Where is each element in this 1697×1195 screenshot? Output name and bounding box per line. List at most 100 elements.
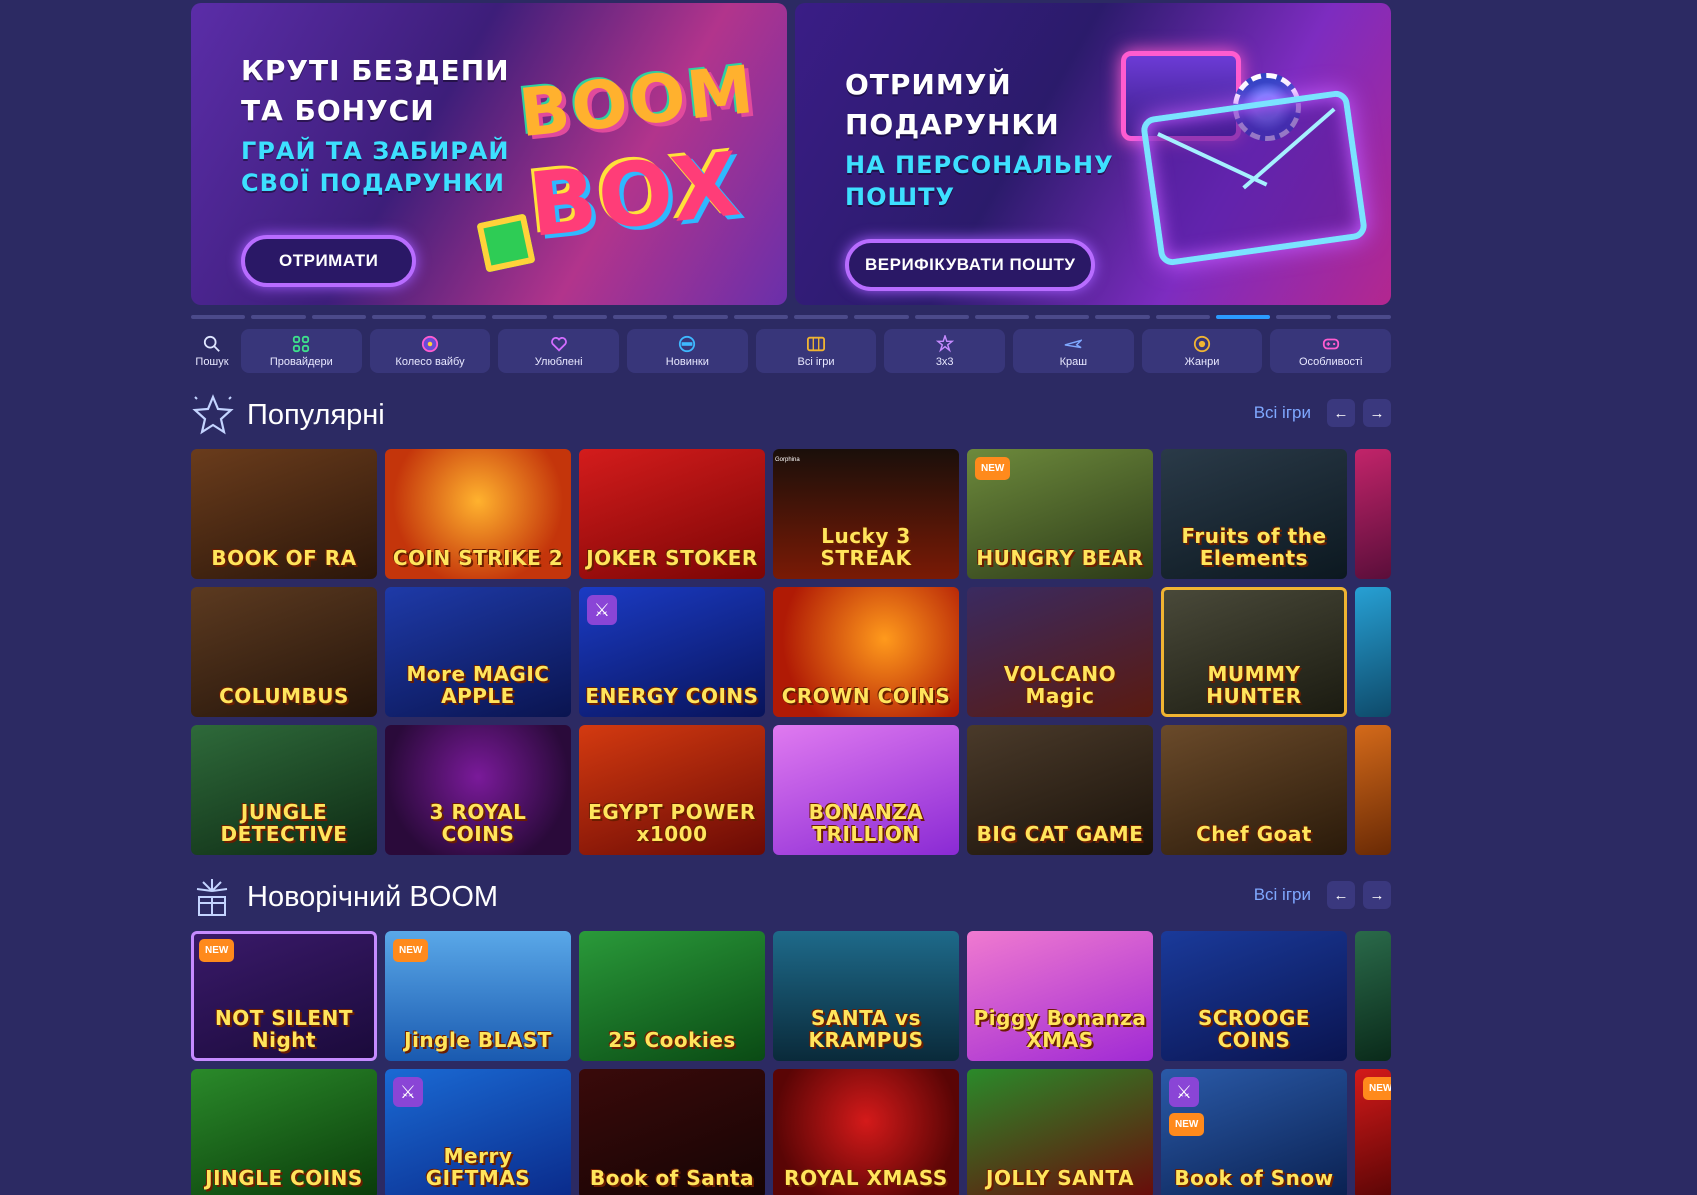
game-tile[interactable] bbox=[1355, 931, 1391, 1061]
pager-dot[interactable] bbox=[1336, 315, 1391, 319]
game-tile[interactable]: SCROOGE COINS bbox=[1161, 931, 1347, 1061]
pager-dot[interactable] bbox=[191, 315, 246, 319]
pager-dot[interactable] bbox=[251, 315, 306, 319]
next-button[interactable]: → bbox=[1363, 399, 1391, 427]
game-tile[interactable]: Book of Santa bbox=[579, 1069, 765, 1195]
nav-genres[interactable]: Жанри bbox=[1141, 329, 1263, 373]
game-tile[interactable]: Fruits of the Elements bbox=[1161, 449, 1347, 579]
game-title: Jingle BLAST bbox=[404, 1028, 552, 1052]
pager-dot[interactable] bbox=[371, 315, 427, 319]
promo-banner-email[interactable]: ОТРИМУЙ ПОДАРУНКИ НА ПЕРСОНАЛЬНУ ПОШТУ В… bbox=[795, 3, 1391, 305]
game-tile[interactable]: CROWN COINS bbox=[773, 587, 959, 717]
game-title: Fruits of the Elements bbox=[1181, 524, 1327, 570]
all-games-link[interactable]: Всі ігри bbox=[1254, 403, 1311, 423]
plane-icon bbox=[1065, 338, 1083, 348]
game-tile[interactable]: JUNGLE DETECTIVE bbox=[191, 725, 377, 855]
game-title: JUNGLE DETECTIVE bbox=[220, 800, 348, 846]
pager-dot[interactable] bbox=[552, 315, 608, 319]
pager-dot[interactable] bbox=[854, 315, 909, 319]
game-tile[interactable]: Gorphina Lucky 3 STREAK bbox=[773, 449, 959, 579]
target-icon bbox=[1193, 335, 1211, 352]
game-tile[interactable]: Chef Goat bbox=[1161, 725, 1347, 855]
game-tile[interactable]: 3 ROYAL COINS bbox=[385, 725, 571, 855]
search-icon bbox=[203, 335, 220, 352]
get-bonus-button[interactable]: ОТРИМАТИ bbox=[241, 235, 417, 287]
game-tile[interactable]: JINGLE COINS bbox=[191, 1069, 377, 1195]
slot-icon bbox=[807, 336, 826, 351]
game-title: BIG CAT GAME bbox=[976, 822, 1144, 846]
game-tile[interactable]: NEW NOT SILENT Night bbox=[191, 931, 377, 1061]
game-tile[interactable]: ⚔ ENERGY COINS bbox=[579, 587, 765, 717]
game-tile[interactable]: COLUMBUS bbox=[191, 587, 377, 717]
game-tile[interactable]: EGYPT POWER x1000 bbox=[579, 725, 765, 855]
games-row: BOOK OF RA COIN STRIKE 2 JOKER STOKER Gorph… bbox=[191, 449, 1391, 579]
prev-button[interactable]: ← bbox=[1327, 881, 1355, 909]
pager-dot[interactable] bbox=[974, 315, 1030, 319]
nav-new[interactable]: Новинки bbox=[627, 329, 748, 373]
game-tile[interactable]: BIG CAT GAME bbox=[967, 725, 1153, 855]
nav-vibe-wheel[interactable]: Колесо вайбу bbox=[369, 329, 491, 373]
nav-favorites[interactable]: Улюблені bbox=[498, 329, 620, 373]
pager-dot[interactable] bbox=[613, 315, 668, 319]
prev-button[interactable]: ← bbox=[1327, 399, 1355, 427]
star-cluster-icon bbox=[935, 334, 954, 352]
nav-all-games[interactable]: Всі ігри bbox=[755, 329, 877, 373]
new-badge: NEW bbox=[199, 939, 235, 962]
pager-dot[interactable] bbox=[492, 315, 547, 319]
pager-dot[interactable] bbox=[914, 315, 969, 319]
game-tile[interactable]: MUMMY HUNTER bbox=[1161, 587, 1347, 717]
game-tile[interactable]: JOKER STOKER bbox=[579, 449, 765, 579]
nav-search[interactable]: Пошук bbox=[191, 329, 233, 373]
nav-providers[interactable]: Провайдери bbox=[241, 329, 362, 373]
nav-3x3[interactable]: 3х3 bbox=[884, 329, 1006, 373]
game-tile[interactable]: ⚔ Merry GIFTMAS bbox=[385, 1069, 571, 1195]
game-tile[interactable]: COIN STRIKE 2 bbox=[385, 449, 571, 579]
box-art-word: BOX bbox=[524, 132, 747, 257]
pager-dot[interactable] bbox=[733, 315, 788, 319]
pager-dot[interactable] bbox=[1155, 315, 1211, 319]
game-tile[interactable]: JOLLY SANTA bbox=[967, 1069, 1153, 1195]
nav-features[interactable]: Особливості bbox=[1270, 329, 1392, 373]
game-tile[interactable]: BONANZA TRILLION bbox=[773, 725, 959, 855]
pager-dot[interactable] bbox=[311, 315, 366, 319]
game-title: MUMMY HUNTER bbox=[1206, 662, 1302, 708]
verify-email-button[interactable]: ВЕРИФІКУВАТИ ПОШТУ bbox=[845, 239, 1096, 291]
game-tile[interactable]: NEW Jingle BLAST bbox=[385, 931, 571, 1061]
game-tile[interactable]: 25 Cookies bbox=[579, 931, 765, 1061]
nav-crash[interactable]: Краш bbox=[1013, 329, 1134, 373]
game-tile[interactable]: NEW HUNGRY BEAR bbox=[967, 449, 1153, 579]
game-title: 3 ROYAL COINS bbox=[429, 800, 527, 846]
pager-dot[interactable] bbox=[1276, 315, 1331, 319]
section-title: Новорічний BOOM bbox=[247, 880, 499, 913]
pager-dot[interactable] bbox=[432, 315, 487, 319]
games-row: JUNGLE DETECTIVE 3 ROYAL COINS EGYPT POWER… bbox=[191, 725, 1391, 855]
game-tile[interactable] bbox=[1355, 725, 1391, 855]
pager-dot[interactable] bbox=[673, 315, 728, 319]
game-tile[interactable]: NEW bbox=[1355, 1069, 1391, 1195]
pager-dot[interactable] bbox=[1035, 315, 1090, 319]
provider-logo: Gorphina bbox=[775, 457, 800, 463]
game-title: More MAGIC APPLE bbox=[406, 662, 550, 708]
game-tile[interactable]: Piggy Bonanza XMAS bbox=[967, 931, 1153, 1061]
pager-dot[interactable] bbox=[793, 315, 849, 319]
pager-dot[interactable] bbox=[1095, 315, 1150, 319]
game-title: BOOK OF RA bbox=[211, 546, 357, 570]
game-tile[interactable]: ROYAL XMASS bbox=[773, 1069, 959, 1195]
game-tile[interactable]: BOOK OF RA bbox=[191, 449, 377, 579]
game-tile[interactable]: ⚔ NEW Book of Snow bbox=[1161, 1069, 1347, 1195]
game-title: SCROOGE COINS bbox=[1197, 1006, 1311, 1052]
next-button[interactable]: → bbox=[1363, 881, 1391, 909]
game-tile[interactable]: VOLCANO Magic bbox=[967, 587, 1153, 717]
game-tile[interactable] bbox=[1355, 449, 1391, 579]
game-tile[interactable]: More MAGIC APPLE bbox=[385, 587, 571, 717]
games-row: COLUMBUS More MAGIC APPLE ⚔ ENERGY COINS CRO… bbox=[191, 587, 1391, 717]
promo-banner-bonuses[interactable]: КРУТІ БЕЗДЕПИ ТА БОНУСИ ГРАЙ ТА ЗАБИРАЙ … bbox=[191, 3, 787, 305]
all-games-link[interactable]: Всі ігри bbox=[1254, 885, 1311, 905]
gift-fireworks-icon bbox=[196, 879, 228, 916]
game-tile[interactable] bbox=[1355, 587, 1391, 717]
pager-dot[interactable] bbox=[1216, 315, 1271, 319]
game-tile[interactable]: SANTA vs KRAMPUS bbox=[773, 931, 959, 1061]
new-icon bbox=[679, 335, 696, 352]
nav-label: Всі ігри bbox=[797, 355, 835, 368]
section-actions: Всі ігри ← → bbox=[1254, 399, 1391, 427]
